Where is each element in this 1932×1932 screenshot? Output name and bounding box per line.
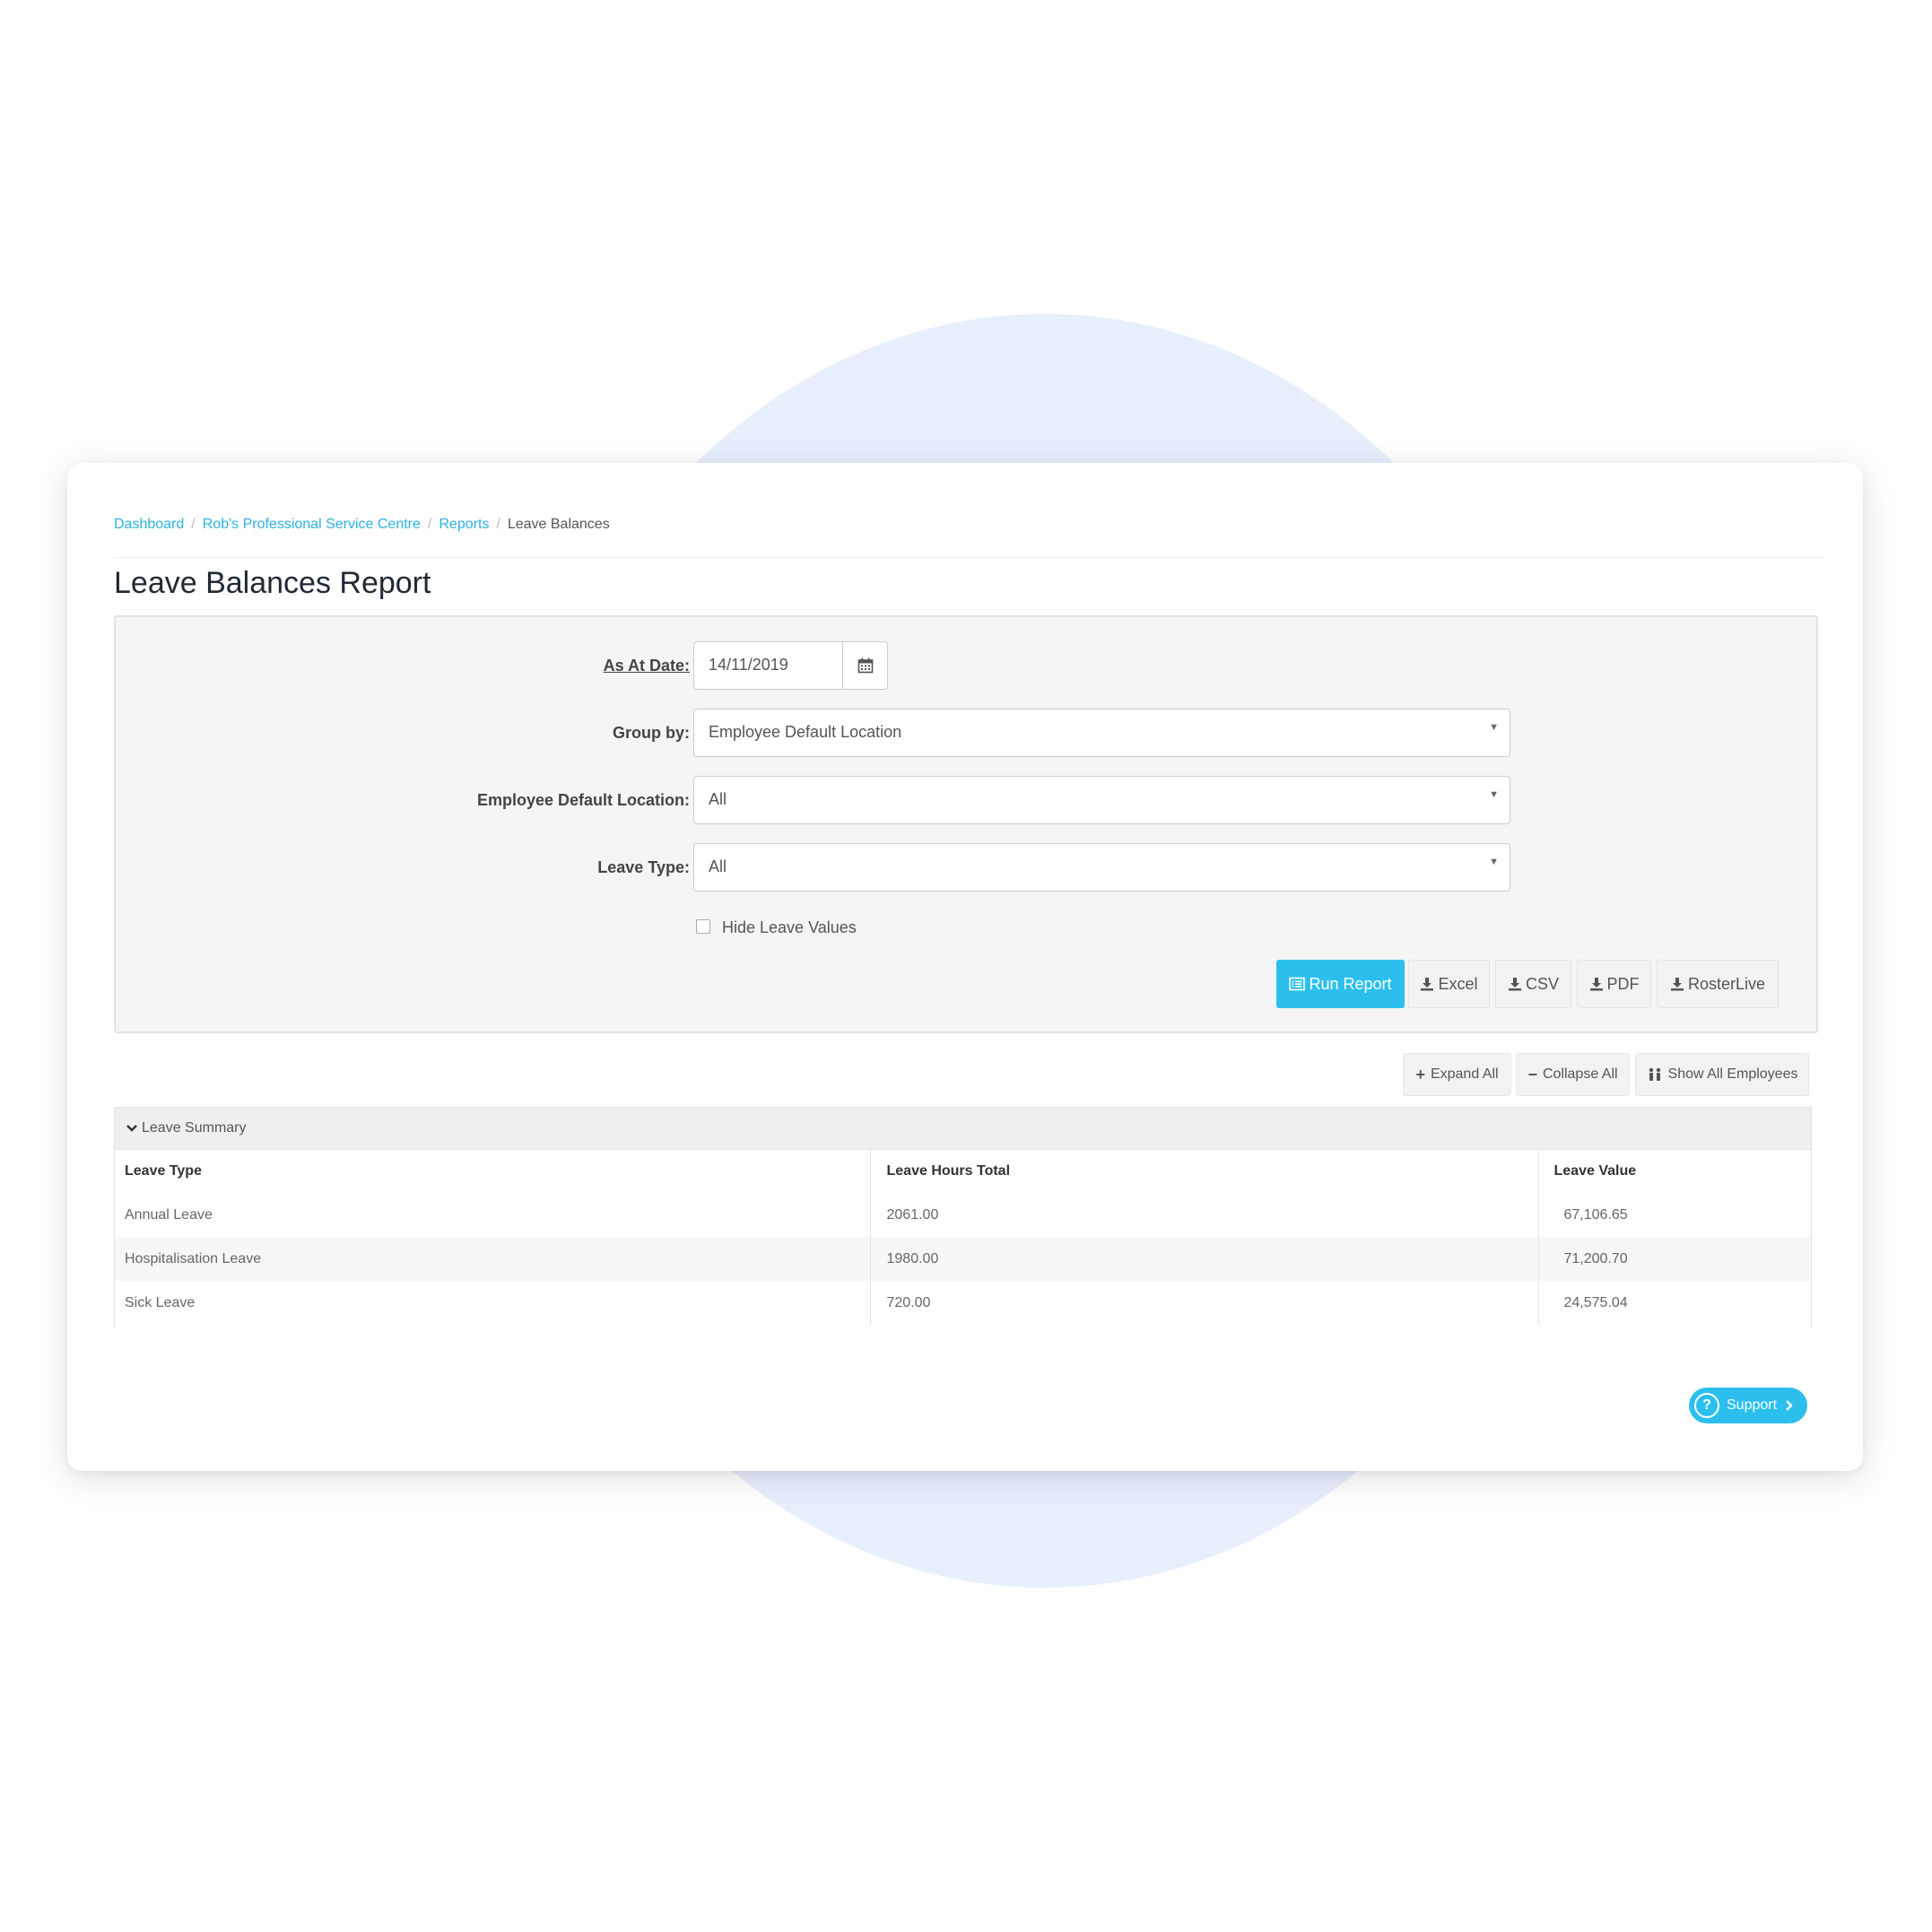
cell-leave-hours: 2061.00	[869, 1193, 1538, 1237]
cell-leave-value: 24,575.04	[1537, 1281, 1811, 1325]
cell-leave-value: 71,200.70	[1537, 1237, 1811, 1281]
minus-icon: −	[1527, 1065, 1537, 1083]
cell-leave-type: Annual Leave	[125, 1206, 213, 1223]
support-button[interactable]: ? Support	[1689, 1388, 1807, 1423]
rosterlive-button[interactable]: RosterLive	[1657, 960, 1779, 1008]
show-all-employees-button[interactable]: Show All Employees	[1635, 1053, 1809, 1096]
breadcrumb-dashboard[interactable]: Dashboard	[114, 517, 184, 533]
calendar-button[interactable]	[842, 641, 888, 690]
question-icon: ?	[1694, 1393, 1719, 1418]
filter-panel: As At Date: 14/11/2019 Group by: Employe…	[114, 615, 1818, 1033]
location-label: Employee Default Location:	[476, 791, 690, 809]
leave-type-select[interactable]: All ▼	[693, 843, 1510, 892]
location-value: All	[709, 790, 727, 808]
group-by-value: Employee Default Location	[709, 723, 902, 741]
csv-button[interactable]: CSV	[1495, 960, 1571, 1008]
rosterlive-label: RosterLive	[1687, 974, 1766, 993]
expand-all-label: Expand All	[1430, 1066, 1499, 1082]
cell-leave-hours: 720.00	[869, 1281, 1538, 1325]
leave-type-value: All	[709, 857, 727, 875]
as-at-date-input[interactable]: 14/11/2019	[693, 641, 843, 690]
cell-leave-type: Sick Leave	[125, 1294, 196, 1310]
breadcrumb-current: Leave Balances	[507, 517, 610, 532]
download-icon	[1589, 978, 1603, 991]
leave-summary-header[interactable]: Leave Summary	[115, 1107, 1811, 1150]
caret-down-icon: ▼	[1489, 722, 1499, 733]
caret-down-icon: ▼	[1489, 857, 1499, 867]
collapse-all-button[interactable]: − Collapse All	[1516, 1053, 1630, 1096]
group-by-select[interactable]: Employee Default Location ▼	[693, 709, 1510, 757]
plus-icon: +	[1415, 1065, 1425, 1083]
download-icon	[1670, 978, 1684, 991]
table-row: Annual Leave 2061.00 67,106.65	[115, 1193, 1811, 1237]
leave-summary-panel: Leave Summary Leave Type Leave Hours Tot…	[114, 1107, 1812, 1327]
page-title: Leave Balances Report	[114, 566, 431, 600]
expand-all-button[interactable]: + Expand All	[1403, 1053, 1511, 1096]
collapse-all-label: Collapse All	[1542, 1066, 1618, 1082]
excel-button[interactable]: Excel	[1408, 960, 1490, 1008]
column-header-leave-hours: Leave Hours Total	[869, 1150, 1538, 1193]
leave-summary-table: Leave Type Leave Hours Total Leave Value…	[115, 1150, 1811, 1325]
table-header-row: Leave Type Leave Hours Total Leave Value	[115, 1150, 1811, 1193]
chevron-right-icon	[1786, 1400, 1793, 1411]
breadcrumb-separator: /	[191, 517, 196, 532]
leave-summary-title: Leave Summary	[142, 1120, 247, 1136]
pdf-button[interactable]: PDF	[1577, 960, 1651, 1008]
csv-label: CSV	[1525, 974, 1559, 993]
table-row: Hospitalisation Leave 1980.00 71,200.70	[115, 1237, 1811, 1281]
breadcrumb-reports[interactable]: Reports	[439, 517, 489, 533]
breadcrumb-separator: /	[427, 517, 432, 532]
breadcrumb-organisation[interactable]: Rob's Professional Service Centre	[203, 517, 421, 533]
run-report-label: Run Report	[1309, 974, 1392, 993]
leave-type-label: Leave Type:	[597, 858, 690, 876]
breadcrumb: Dashboard / Rob's Professional Service C…	[114, 517, 610, 533]
chevron-down-icon	[126, 1125, 137, 1132]
download-icon	[1421, 978, 1434, 991]
list-icon	[1289, 977, 1306, 991]
column-header-leave-value: Leave Value	[1537, 1150, 1811, 1193]
download-icon	[1508, 978, 1521, 991]
pdf-label: PDF	[1606, 974, 1640, 993]
caret-down-icon: ▼	[1489, 789, 1499, 800]
header-divider	[114, 557, 1823, 558]
excel-label: Excel	[1438, 974, 1478, 993]
column-header-leave-type: Leave Type	[115, 1150, 870, 1193]
as-at-date-label: As At Date:	[603, 657, 690, 674]
run-report-button[interactable]: Run Report	[1276, 960, 1405, 1008]
users-icon	[1649, 1067, 1660, 1081]
location-select[interactable]: All ▼	[693, 776, 1510, 824]
show-all-employees-label: Show All Employees	[1667, 1066, 1798, 1082]
cell-leave-type: Hospitalisation Leave	[115, 1237, 870, 1281]
group-by-label: Group by:	[613, 724, 690, 742]
calendar-icon	[857, 657, 873, 674]
table-row: Sick Leave 720.00 24,575.04	[115, 1281, 1811, 1325]
cell-leave-value: 67,106.65	[1537, 1193, 1811, 1237]
cell-leave-hours: 1980.00	[869, 1237, 1538, 1281]
support-label: Support	[1727, 1397, 1778, 1413]
breadcrumb-separator: /	[496, 517, 500, 532]
hide-leave-values-checkbox[interactable]	[696, 919, 710, 934]
hide-leave-values-label: Hide Leave Values	[722, 918, 857, 936]
app-window: Dashboard / Rob's Professional Service C…	[67, 463, 1863, 1471]
